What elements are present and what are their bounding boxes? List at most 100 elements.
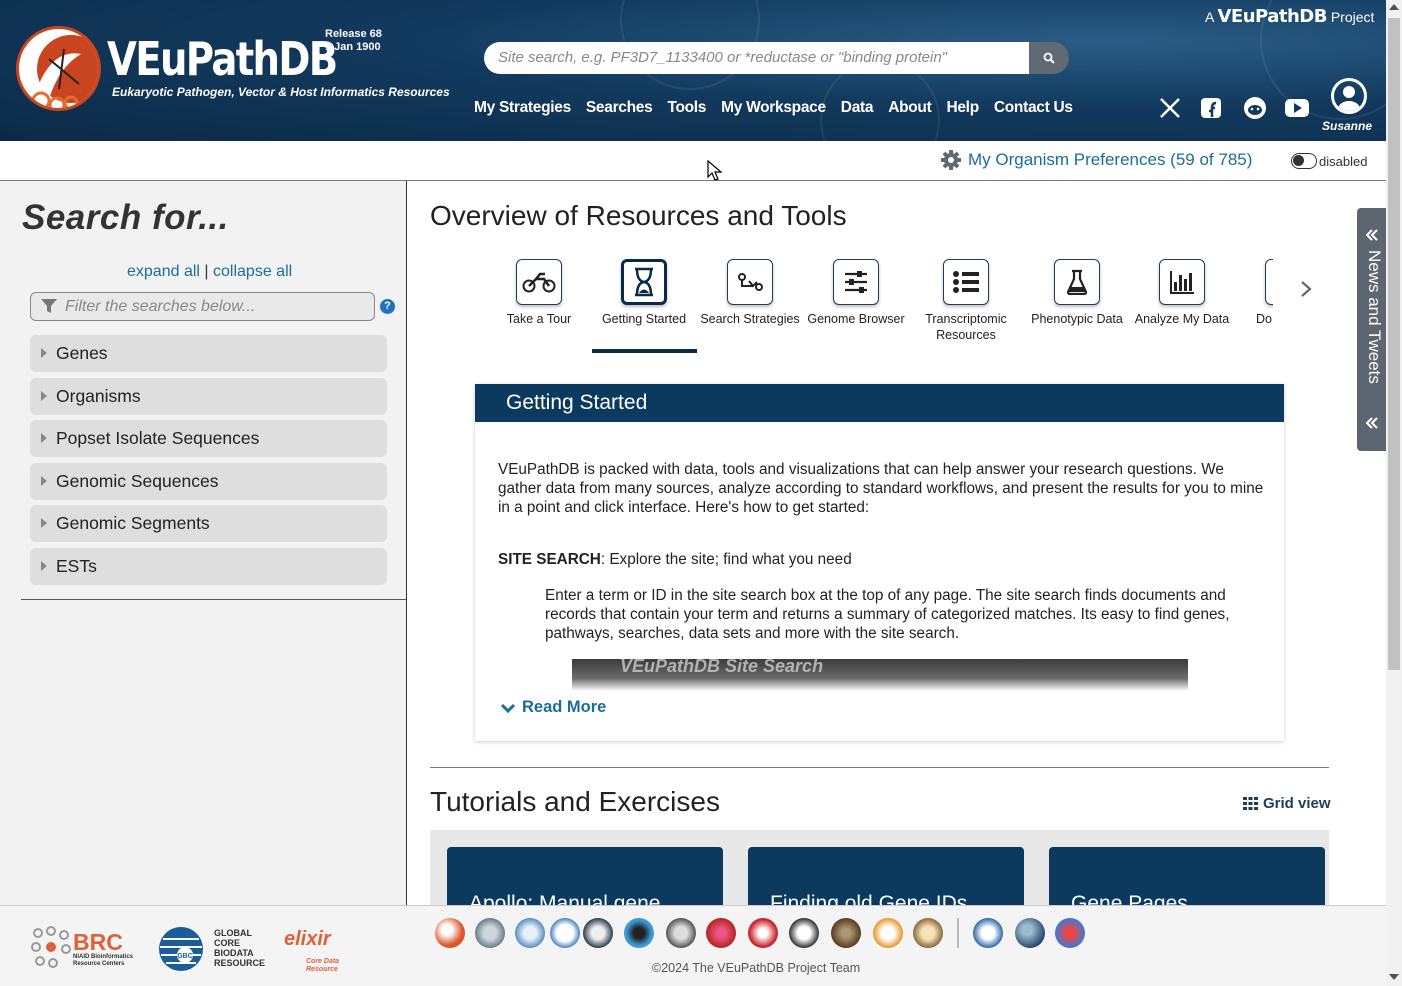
sidebar-divider bbox=[21, 599, 406, 600]
youtube-icon[interactable] bbox=[1285, 96, 1309, 120]
sidebar-item-ests[interactable]: ESTs bbox=[30, 548, 387, 585]
facebook-icon[interactable] bbox=[1199, 96, 1223, 120]
sidebar-item-genomic-sequences[interactable]: Genomic Sequences bbox=[30, 463, 387, 500]
microsporidiadb-icon[interactable] bbox=[624, 918, 654, 948]
project-name: VEuPathDB bbox=[1217, 6, 1327, 27]
microbiomedb-icon[interactable] bbox=[1015, 918, 1045, 948]
organism-preferences-link[interactable]: My Organism Preferences (59 of 785) bbox=[940, 149, 1252, 171]
plasmodb-icon[interactable] bbox=[706, 918, 736, 948]
project-label[interactable]: A VEuPathDB Project bbox=[1205, 6, 1374, 27]
x-twitter-icon[interactable] bbox=[1158, 96, 1182, 120]
copyright: ©2024 The VEuPathDB Project Team bbox=[652, 961, 861, 975]
release-label: Release 68 bbox=[325, 28, 382, 40]
nav-help[interactable]: Help bbox=[946, 99, 979, 117]
svg-text:GBC: GBC bbox=[177, 953, 193, 960]
chevron-right-icon[interactable] bbox=[1297, 279, 1315, 299]
footer-divider bbox=[957, 918, 959, 948]
grid-icon bbox=[1243, 797, 1258, 810]
getting-started-intro: VEuPathDB is packed with data, tools and… bbox=[498, 461, 1264, 516]
fungidb-icon[interactable] bbox=[515, 918, 545, 948]
site-search-text: : Explore the site; find what you need bbox=[600, 551, 852, 568]
piroplasmadb-icon[interactable] bbox=[666, 918, 696, 948]
hostdb-icon[interactable] bbox=[583, 918, 613, 948]
tutorial-card[interactable]: Apollo: Manual gene bbox=[447, 847, 723, 907]
scroll-up-arrow-icon[interactable] bbox=[1389, 4, 1399, 10]
tool-genome-browser[interactable]: Genome Browser bbox=[806, 259, 906, 327]
amoebadb-icon[interactable] bbox=[435, 918, 465, 948]
gbc-logo-icon[interactable]: GBC bbox=[157, 925, 205, 973]
expand-all-link[interactable]: expand all bbox=[127, 263, 200, 280]
brc-subtitle: NIAID Bioinformatics Resource Centers bbox=[73, 954, 134, 967]
release-date: 1 Jan 1900 bbox=[325, 41, 381, 53]
nav-searches[interactable]: Searches bbox=[586, 99, 653, 117]
tool-label: Do bbox=[1256, 312, 1272, 326]
hourglass-icon bbox=[635, 267, 653, 297]
preferences-toggle[interactable] bbox=[1291, 153, 1317, 169]
tool-label: Analyze My Data bbox=[1134, 312, 1230, 326]
nav-my-strategies[interactable]: My Strategies bbox=[474, 99, 571, 117]
tool-analyze-my-data[interactable]: Analyze My Data bbox=[1132, 259, 1232, 327]
vectorbase-icon[interactable] bbox=[873, 918, 903, 948]
scrollbar-thumb[interactable] bbox=[1388, 18, 1400, 670]
elixir-logo-text[interactable]: elixir bbox=[284, 928, 331, 951]
site-search-input[interactable]: Site search, e.g. PF3D7_1133400 or *redu… bbox=[484, 42, 1030, 74]
list-icon bbox=[953, 271, 979, 293]
tool-search-strategies[interactable]: Search Strategies bbox=[700, 259, 800, 327]
veupathdb-small-icon[interactable] bbox=[1055, 918, 1085, 948]
sidebar-item-genes[interactable]: Genes bbox=[30, 335, 387, 372]
giardiadb-icon[interactable] bbox=[550, 918, 580, 948]
collapse-all-link[interactable]: collapse all bbox=[213, 263, 292, 280]
flask-icon bbox=[1066, 269, 1088, 295]
link-separator: | bbox=[204, 263, 209, 280]
nav-about[interactable]: About bbox=[888, 99, 932, 117]
user-avatar-icon[interactable] bbox=[1331, 78, 1367, 114]
nav-tools[interactable]: Tools bbox=[667, 99, 706, 117]
nav-contact-us[interactable]: Contact Us bbox=[994, 99, 1073, 117]
tool-transcriptomic[interactable]: Transcriptomic Resources bbox=[916, 259, 1016, 343]
cryptodb-icon[interactable] bbox=[475, 918, 505, 948]
release-info: Release 68 1 Jan 1900 bbox=[325, 28, 382, 54]
sidebar-item-genomic-segments[interactable]: Genomic Segments bbox=[30, 505, 387, 542]
project-prefix: A bbox=[1205, 9, 1214, 25]
mouse-cursor-icon bbox=[707, 160, 723, 181]
sidebar-item-popset[interactable]: Popset Isolate Sequences bbox=[30, 420, 387, 457]
tool-take-a-tour[interactable]: Take a Tour bbox=[489, 259, 589, 327]
clinepidb-icon[interactable] bbox=[973, 918, 1003, 948]
help-icon[interactable]: ? bbox=[380, 299, 395, 314]
search-button[interactable] bbox=[1029, 42, 1069, 74]
expand-collapse-links: expand all | collapse all bbox=[127, 263, 292, 281]
read-more-link[interactable]: Read More bbox=[500, 698, 606, 717]
grid-view-toggle[interactable]: Grid view bbox=[1243, 795, 1331, 812]
sidebar-title: Search for... bbox=[22, 198, 229, 237]
username[interactable]: Susanne bbox=[1322, 119, 1372, 133]
main-nav: My Strategies Searches Tools My Workspac… bbox=[474, 99, 1073, 117]
tool-getting-started[interactable]: Getting Started bbox=[594, 259, 694, 327]
logo-title[interactable]: VEuPathDB bbox=[107, 34, 338, 84]
tool-phenotypic-data[interactable]: Phenotypic Data bbox=[1027, 259, 1127, 327]
tool-label: Phenotypic Data bbox=[1031, 312, 1123, 326]
veupathdb-logo-icon[interactable] bbox=[16, 26, 101, 111]
page-title: Overview of Resources and Tools bbox=[430, 200, 847, 231]
nav-data[interactable]: Data bbox=[841, 99, 874, 117]
brc-logo-icon[interactable] bbox=[30, 925, 72, 969]
tutorial-card[interactable]: Finding old Gene IDs bbox=[748, 847, 1024, 907]
reddit-icon[interactable] bbox=[1243, 96, 1267, 120]
tritrypdb-icon[interactable] bbox=[831, 918, 861, 948]
orthomcl-icon[interactable] bbox=[913, 918, 943, 948]
nav-my-workspace[interactable]: My Workspace bbox=[721, 99, 826, 117]
scroll-down-arrow-icon[interactable] bbox=[1389, 974, 1399, 980]
site-search-detail: Enter a term or ID in the site search bo… bbox=[545, 587, 1230, 642]
tutorial-card[interactable]: Gene Pages bbox=[1049, 847, 1325, 907]
search-filter-input[interactable]: Filter the searches below... bbox=[30, 292, 375, 321]
bar-chart-icon bbox=[1170, 271, 1194, 294]
toxodb-icon[interactable] bbox=[748, 918, 778, 948]
trichdb-icon[interactable] bbox=[789, 918, 819, 948]
sidebar-item-organisms[interactable]: Organisms bbox=[30, 378, 387, 415]
double-chevron-left-icon bbox=[1365, 417, 1378, 429]
tool-label: Transcriptomic Resources bbox=[925, 312, 1007, 342]
tool-download[interactable]: Do bbox=[1242, 259, 1273, 327]
news-and-tweets-label: News and Tweets bbox=[1365, 250, 1384, 384]
search-icon bbox=[1043, 52, 1055, 64]
filter-icon bbox=[41, 299, 57, 313]
site-search-section: SITE SEARCH: Explore the site; find what… bbox=[498, 551, 852, 569]
